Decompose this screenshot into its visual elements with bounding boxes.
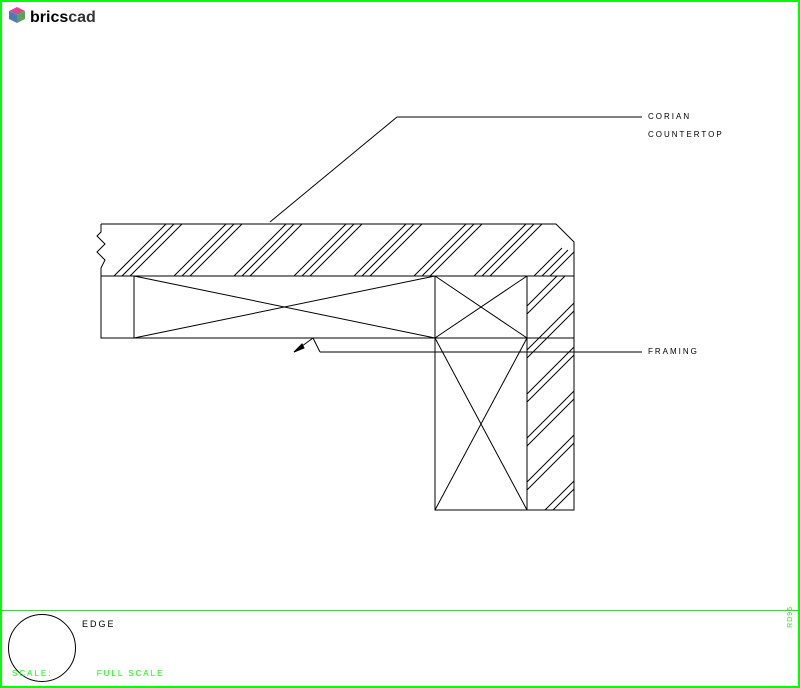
brand-prefix: brics xyxy=(30,9,68,26)
brand-suffix: cad xyxy=(68,9,96,26)
label-framing: FRAMING xyxy=(648,347,699,356)
side-annotation: RD95 xyxy=(787,606,794,628)
drawing-title: EDGE xyxy=(82,619,116,629)
scale-value: FULL SCALE xyxy=(97,669,165,678)
drawing-canvas: CORIAN COUNTERTOP FRAMING xyxy=(2,32,798,606)
title-block: EDGE SCALE: FULL SCALE xyxy=(2,611,798,686)
label-corian-line1: CORIAN xyxy=(648,112,691,121)
label-corian-line2: COUNTERTOP xyxy=(648,130,724,139)
scale-row: SCALE: FULL SCALE xyxy=(12,669,164,678)
scale-label: SCALE: xyxy=(12,669,52,678)
bricscad-logo-icon xyxy=(8,6,26,29)
app-header: bricscad xyxy=(8,6,96,29)
brand-text: bricscad xyxy=(30,9,96,27)
app-frame: bricscad xyxy=(0,0,800,688)
